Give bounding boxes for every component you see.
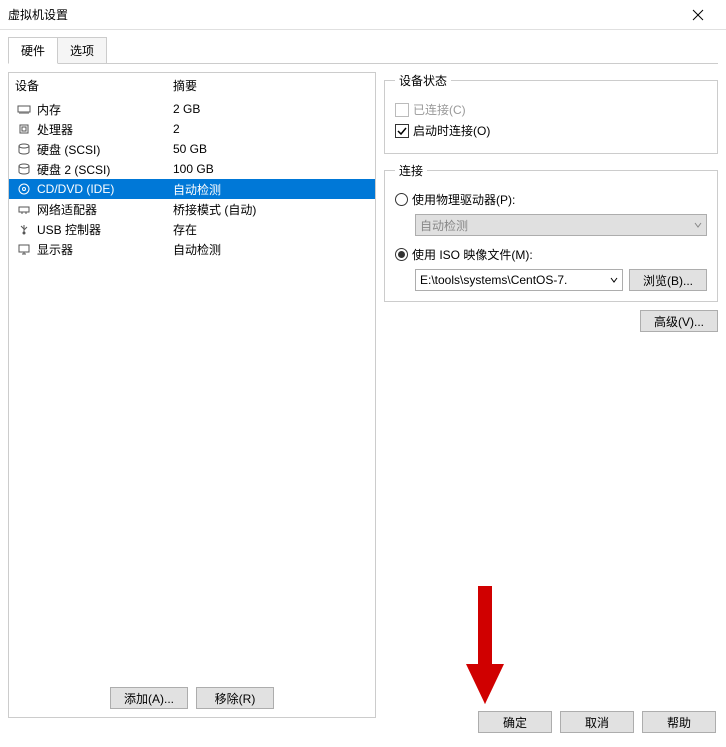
poweron-label: 启动时连接(O) xyxy=(413,122,490,139)
content: 设备 摘要 内存2 GB处理器2硬盘 (SCSI)50 GB硬盘 2 (SCSI… xyxy=(0,64,726,726)
connected-label: 已连接(C) xyxy=(413,101,466,118)
poweron-checkbox[interactable] xyxy=(395,124,409,138)
tab-options[interactable]: 选项 xyxy=(57,37,107,64)
poweron-row: 启动时连接(O) xyxy=(395,122,707,139)
hardware-row-name: USB 控制器 xyxy=(37,221,173,238)
hardware-row-name: 处理器 xyxy=(37,121,173,138)
device-status-group: 设备状态 已连接(C) 启动时连接(O) xyxy=(384,72,718,154)
hardware-row-summary: 自动检测 xyxy=(173,181,369,198)
close-button[interactable] xyxy=(678,0,718,30)
hardware-row-name: CD/DVD (IDE) xyxy=(37,182,173,196)
window-title: 虚拟机设置 xyxy=(8,6,678,23)
net-icon xyxy=(15,202,33,216)
disk-icon xyxy=(15,162,33,176)
usb-icon xyxy=(15,222,33,236)
hardware-row-name: 内存 xyxy=(37,101,173,118)
hardware-table-header: 设备 摘要 xyxy=(9,73,375,99)
iso-dropdown-value: E:\tools\systems\CentOS-7. xyxy=(420,273,567,287)
titlebar: 虚拟机设置 xyxy=(0,0,726,30)
advanced-row: 高级(V)... xyxy=(384,310,718,332)
hardware-row-display[interactable]: 显示器自动检测 xyxy=(9,239,375,259)
hardware-row-name: 硬盘 2 (SCSI) xyxy=(37,161,173,178)
iso-label: 使用 ISO 映像文件(M): xyxy=(412,246,533,263)
display-icon xyxy=(15,242,33,256)
hardware-row-summary: 桥接模式 (自动) xyxy=(173,201,369,218)
hardware-panel: 设备 摘要 内存2 GB处理器2硬盘 (SCSI)50 GB硬盘 2 (SCSI… xyxy=(8,72,376,718)
physical-radio-row: 使用物理驱动器(P): xyxy=(395,191,707,208)
hardware-row-name: 显示器 xyxy=(37,241,173,258)
tabs: 硬件 选项 xyxy=(0,30,726,63)
hardware-row-cd[interactable]: CD/DVD (IDE)自动检测 xyxy=(9,179,375,199)
physical-dropdown-value: 自动检测 xyxy=(420,217,468,234)
hardware-row-memory[interactable]: 内存2 GB xyxy=(9,99,375,119)
iso-radio[interactable] xyxy=(395,248,408,261)
dialog-buttons: 确定 取消 帮助 xyxy=(478,711,726,743)
right-panel: 设备状态 已连接(C) 启动时连接(O) 连接 使用物理驱动器(P): 自动检测 xyxy=(384,72,718,718)
tab-border xyxy=(8,63,718,64)
physical-label: 使用物理驱动器(P): xyxy=(412,191,515,208)
cpu-icon xyxy=(15,122,33,136)
hardware-row-disk[interactable]: 硬盘 (SCSI)50 GB xyxy=(9,139,375,159)
physical-radio[interactable] xyxy=(395,193,408,206)
hardware-row-summary: 存在 xyxy=(173,221,369,238)
radio-dot-icon xyxy=(398,251,405,258)
help-button[interactable]: 帮助 xyxy=(642,711,716,733)
hardware-row-summary: 50 GB xyxy=(173,142,369,156)
hardware-row-usb[interactable]: USB 控制器存在 xyxy=(9,219,375,239)
check-icon xyxy=(397,126,407,136)
device-status-legend: 设备状态 xyxy=(395,72,451,89)
iso-radio-row: 使用 ISO 映像文件(M): xyxy=(395,246,707,263)
connection-legend: 连接 xyxy=(395,162,427,179)
memory-icon xyxy=(15,102,33,116)
connected-checkbox xyxy=(395,103,409,117)
hardware-row-name: 硬盘 (SCSI) xyxy=(37,141,173,158)
chevron-down-icon xyxy=(694,221,702,229)
hardware-row-disk[interactable]: 硬盘 2 (SCSI)100 GB xyxy=(9,159,375,179)
iso-dropdown[interactable]: E:\tools\systems\CentOS-7. xyxy=(415,269,623,291)
add-button[interactable]: 添加(A)... xyxy=(110,687,188,709)
hardware-row-summary: 100 GB xyxy=(173,162,369,176)
hardware-row-summary: 2 xyxy=(173,122,369,136)
tab-hardware[interactable]: 硬件 xyxy=(8,37,58,64)
disk-icon xyxy=(15,142,33,156)
hardware-row-summary: 自动检测 xyxy=(173,241,369,258)
physical-dropdown-row: 自动检测 xyxy=(395,214,707,236)
chevron-down-icon xyxy=(610,276,618,284)
close-icon xyxy=(692,9,704,21)
ok-button[interactable]: 确定 xyxy=(478,711,552,733)
hardware-row-cpu[interactable]: 处理器2 xyxy=(9,119,375,139)
header-device: 设备 xyxy=(15,77,173,94)
hardware-list: 内存2 GB处理器2硬盘 (SCSI)50 GB硬盘 2 (SCSI)100 G… xyxy=(9,99,375,679)
iso-file-row: E:\tools\systems\CentOS-7. 浏览(B)... xyxy=(395,269,707,291)
header-summary: 摘要 xyxy=(173,77,369,94)
physical-dropdown: 自动检测 xyxy=(415,214,707,236)
connection-group: 连接 使用物理驱动器(P): 自动检测 使用 ISO 映像文件(M): E:\t… xyxy=(384,162,718,302)
connected-row: 已连接(C) xyxy=(395,101,707,118)
browse-button[interactable]: 浏览(B)... xyxy=(629,269,707,291)
remove-button[interactable]: 移除(R) xyxy=(196,687,274,709)
advanced-button[interactable]: 高级(V)... xyxy=(640,310,718,332)
cd-icon xyxy=(15,182,33,196)
hardware-row-name: 网络适配器 xyxy=(37,201,173,218)
cancel-button[interactable]: 取消 xyxy=(560,711,634,733)
hardware-row-summary: 2 GB xyxy=(173,102,369,116)
hardware-buttons: 添加(A)... 移除(R) xyxy=(9,679,375,717)
hardware-row-net[interactable]: 网络适配器桥接模式 (自动) xyxy=(9,199,375,219)
